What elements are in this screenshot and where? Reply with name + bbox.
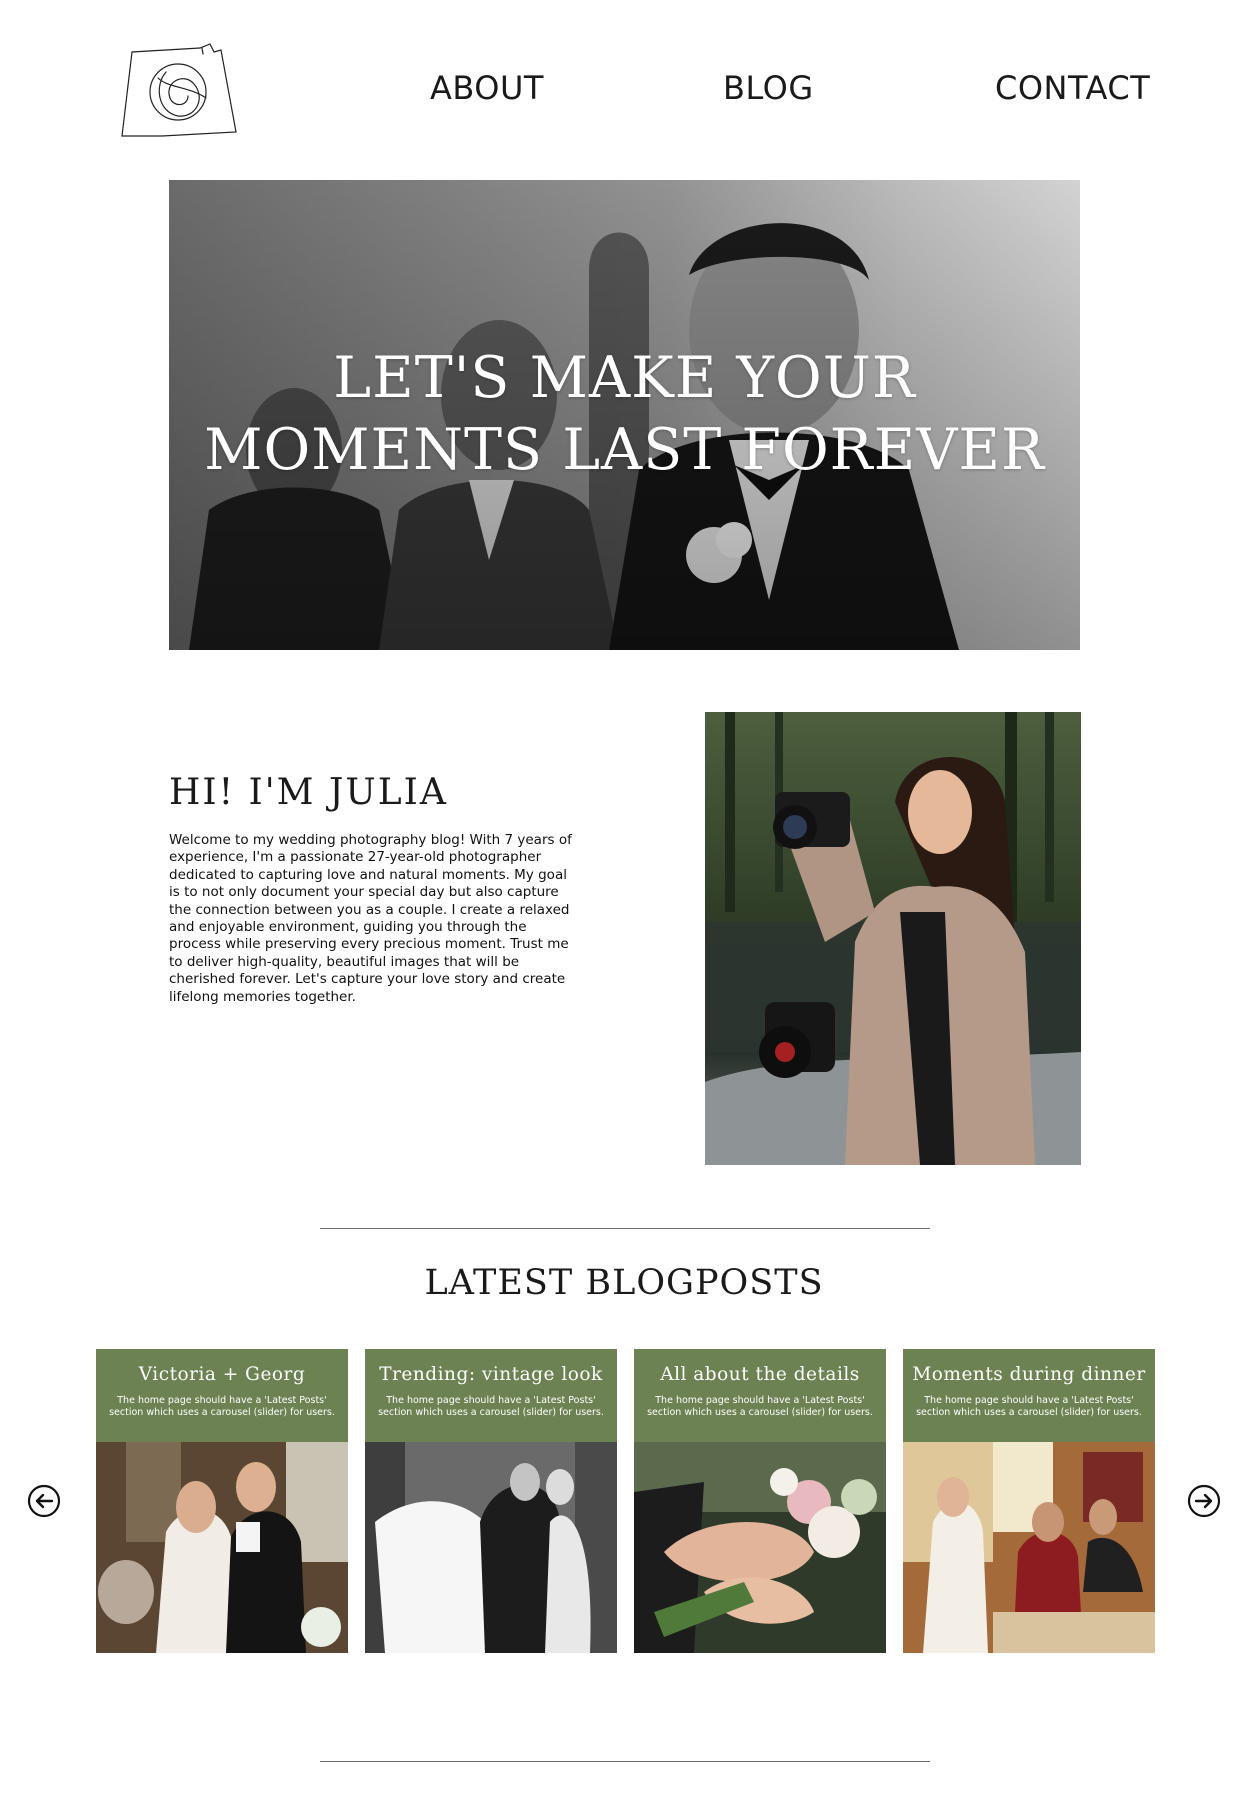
blog-heading: LATEST BLOGPOSTS — [424, 1263, 824, 1303]
nav-contact-link[interactable]: CONTACT — [995, 68, 1150, 108]
hero-title: LET'S MAKE YOUR MOMENTS LAST FOREVER — [204, 345, 1045, 483]
blog-card-header: Victoria + Georg The home page should ha… — [96, 1349, 348, 1442]
julia-portrait-photo — [705, 712, 1081, 1165]
blog-card-title: Moments during dinner — [912, 1364, 1146, 1385]
blog-card-description: The home page should have a 'Latest Post… — [647, 1395, 873, 1418]
about-heading: HI! I'M JULIA — [169, 772, 448, 813]
nav-blog-link[interactable]: BLOG — [723, 68, 814, 108]
logo-icon[interactable] — [118, 42, 242, 138]
section-divider — [320, 1761, 930, 1762]
blog-card-header: Trending: vintage look The home page sho… — [365, 1349, 617, 1442]
blog-card-title: All about the details — [660, 1364, 860, 1385]
blog-card-photo — [365, 1442, 617, 1653]
about-body-text: Welcome to my wedding photography blog! … — [169, 832, 572, 1005]
nav-about-link[interactable]: ABOUT — [430, 68, 544, 108]
blog-card-photo — [96, 1442, 348, 1653]
blog-card-title: Trending: vintage look — [379, 1364, 603, 1385]
blog-card-title: Victoria + Georg — [138, 1364, 306, 1385]
arrow-left-circle-icon[interactable] — [27, 1484, 61, 1518]
blog-card-header: Moments during dinner The home page shou… — [903, 1349, 1155, 1442]
blog-card[interactable]: All about the details The home page shou… — [634, 1349, 886, 1653]
blog-card[interactable]: Trending: vintage look The home page sho… — [365, 1349, 617, 1653]
blog-card-photo — [634, 1442, 886, 1653]
hero-banner: LET'S MAKE YOUR MOMENTS LAST FOREVER — [169, 180, 1080, 650]
blog-card-description: The home page should have a 'Latest Post… — [916, 1395, 1142, 1418]
blog-card[interactable]: Moments during dinner The home page shou… — [903, 1349, 1155, 1653]
blog-card-description: The home page should have a 'Latest Post… — [378, 1395, 604, 1418]
arrow-right-circle-icon[interactable] — [1187, 1484, 1221, 1518]
blog-card-description: The home page should have a 'Latest Post… — [109, 1395, 335, 1418]
section-divider — [320, 1228, 930, 1229]
blog-card-header: All about the details The home page shou… — [634, 1349, 886, 1442]
blog-card[interactable]: Victoria + Georg The home page should ha… — [96, 1349, 348, 1653]
blog-card-photo — [903, 1442, 1155, 1653]
